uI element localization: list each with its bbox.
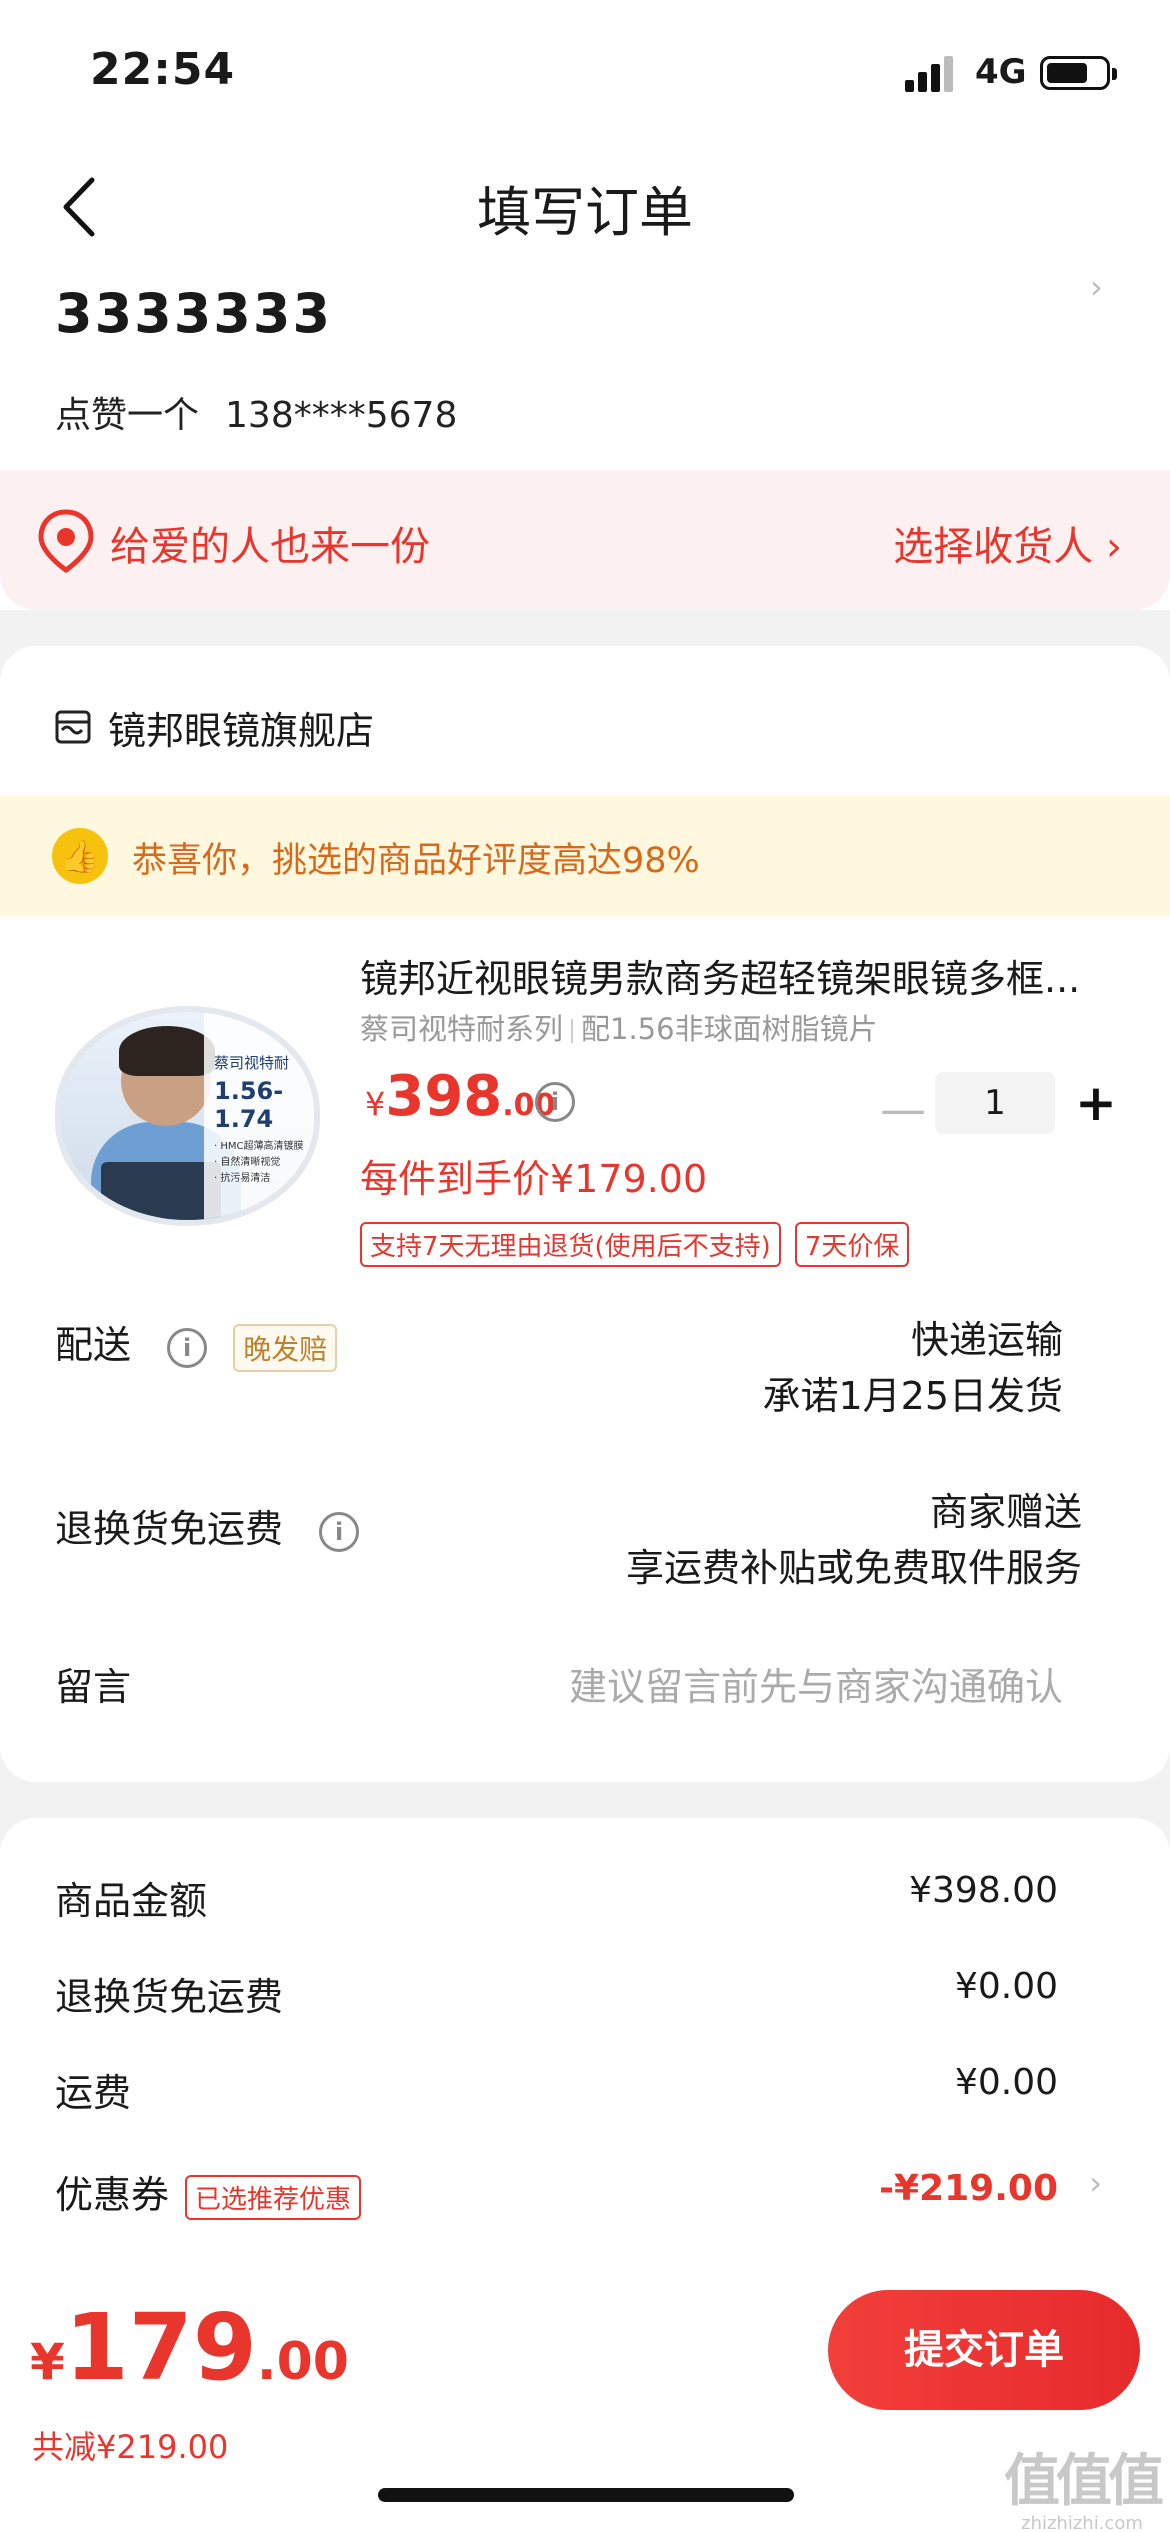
spec-lens: 配1.56非球面树脂镜片 (581, 1012, 878, 1046)
praise-banner: 👍 恭喜你，挑选的商品好评度高达98% (0, 796, 1170, 916)
image-feature: · 自然清晰视觉 (214, 1157, 281, 1168)
product-price: ¥398.00 (365, 1064, 556, 1129)
coupon-row[interactable]: 优惠券 已选推荐优惠 (55, 2164, 362, 2220)
quantity-minus-button[interactable]: — (880, 1082, 926, 1136)
quantity-input[interactable]: 1 (935, 1072, 1055, 1134)
submit-order-button[interactable]: 提交订单 (828, 2290, 1140, 2410)
shipping-value: ¥0.00 (954, 2062, 1058, 2103)
goods-amount-label: 商品金额 (55, 1879, 208, 1923)
coupon-tag: 已选推荐优惠 (185, 2175, 362, 2220)
image-feature: · HMC超薄高清镀膜 (214, 1141, 304, 1152)
price-protect-tag: 7天价保 (794, 1222, 910, 1267)
contact-name: 点赞一个 (55, 395, 200, 436)
image-feature: · 抗污易清洁 (214, 1173, 271, 1184)
product-tags: 支持7天无理由退货(使用后不支持) 7天价保 (360, 1222, 910, 1267)
select-recipient-link[interactable]: 选择收货人 › (893, 514, 1122, 572)
product-title[interactable]: 镜邦近视眼镜男款商务超轻镜架眼镜多框... (360, 948, 1120, 1003)
return-policy-tag: 支持7天无理由退货(使用后不支持) (360, 1222, 781, 1267)
quantity-plus-button[interactable]: + (1075, 1074, 1117, 1132)
header-area: 22:54 4G 填写订单 3333333 › 点赞一个 138****5678 … (0, 0, 1170, 610)
store-name[interactable]: 镜邦眼镜旗舰店 (108, 700, 374, 755)
image-range: 1.56-1.74 (214, 1077, 284, 1133)
delivery-promise: 承诺1月25日发货 (762, 1374, 1063, 1418)
store-card: 镜邦眼镜旗舰店 👍 恭喜你，挑选的商品好评度高达98% 蔡司视特耐 1.56-1… (0, 646, 1170, 1782)
return-shipping-value: 商家赠送 享运费补贴或免费取件服务 (625, 1490, 1082, 1590)
gift-text: 给爱的人也来一份 (110, 524, 430, 570)
unit-price: 每件到手价¥179.00 (360, 1157, 708, 1201)
contact-phone: 138****5678 (225, 395, 458, 436)
coupon-label: 优惠券 (55, 2173, 170, 2217)
store-icon (54, 708, 92, 746)
delivery-value[interactable]: 快递运输 承诺1月25日发货 (762, 1312, 1063, 1424)
location-pin-icon (36, 508, 96, 574)
return-info-icon[interactable]: i (319, 1511, 360, 1552)
late-compensation-tag: 晚发赔 (233, 1323, 338, 1372)
status-time: 22:54 (90, 44, 236, 95)
address-name[interactable]: 3333333 (55, 282, 332, 345)
signal-icon (905, 56, 957, 92)
chevron-right-icon[interactable]: › (1089, 2164, 1102, 2202)
price-info-icon[interactable]: i (535, 1082, 575, 1122)
coupon-value[interactable]: -¥219.00 (879, 2168, 1058, 2209)
message-input[interactable]: 建议留言前先与商家沟通确认 (569, 1656, 1063, 1711)
spec-series: 蔡司视特耐系列 (360, 1012, 564, 1046)
product-image[interactable]: 蔡司视特耐 1.56-1.74 · HMC超薄高清镀膜 · 自然清晰视觉 · 抗… (55, 1006, 320, 1226)
shipping-label: 运费 (55, 2071, 132, 2115)
image-brand: 蔡司视特耐 (214, 1054, 290, 1072)
product-spec[interactable]: 蔡司视特耐系列 配1.56非球面树脂镜片 (360, 1006, 878, 1048)
total-price: ¥179.00 (30, 2294, 349, 2401)
network-type: 4G (975, 52, 1027, 92)
total-saved: 共减¥219.00 (32, 2428, 229, 2466)
delivery-method: 快递运输 (910, 1318, 1063, 1362)
battery-icon (1040, 56, 1117, 90)
return-fee-value: ¥0.00 (954, 1966, 1058, 2007)
watermark: 值值值 zhizhizhi.com (1004, 2449, 1164, 2532)
home-indicator[interactable] (378, 2488, 794, 2502)
message-label: 留言 (55, 1665, 132, 1709)
address-contact[interactable]: 点赞一个 138****5678 (55, 386, 457, 438)
thumbs-up-icon: 👍 (52, 828, 108, 884)
praise-text: 恭喜你，挑选的商品好评度高达98% (132, 841, 700, 881)
summary-card: 商品金额 ¥398.00 退换货免运费 ¥0.00 运费 ¥0.00 优惠券 已选… (0, 1818, 1170, 2338)
goods-amount-value: ¥398.00 (909, 1870, 1058, 1911)
gift-banner[interactable]: 给爱的人也来一份 选择收货人 › (0, 470, 1170, 610)
return-shipping-label: 退换货免运费 i (55, 1498, 360, 1553)
chevron-right-icon[interactable]: › (1090, 268, 1103, 306)
delivery-info-icon[interactable]: i (167, 1327, 208, 1368)
return-fee-label: 退换货免运费 (55, 1975, 284, 2019)
delivery-label: 配送 i 晚发赔 (55, 1314, 338, 1372)
page-title: 填写订单 (477, 181, 693, 244)
